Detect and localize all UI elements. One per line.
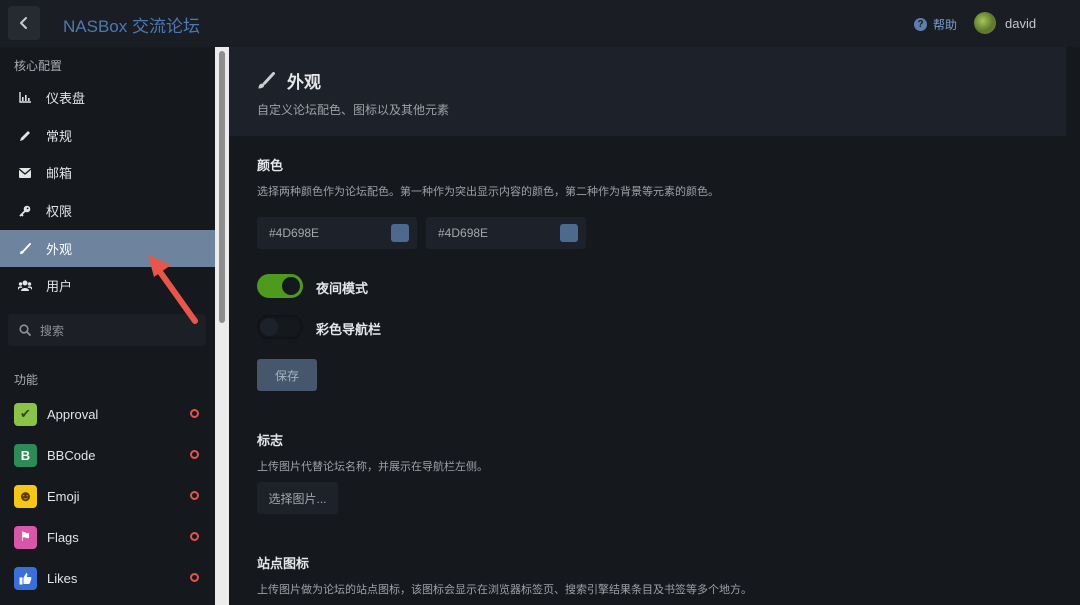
sidebar-item-label: 邮箱 xyxy=(46,166,73,181)
sidebar-plugin-bbcode[interactable]: B BBCode xyxy=(14,443,204,467)
sidebar-item-label: 外观 xyxy=(46,242,73,257)
sidebar-plugin-approval[interactable]: ✔ Approval xyxy=(14,402,204,426)
question-circle-icon: ? xyxy=(914,18,927,31)
save-button[interactable]: 保存 xyxy=(257,359,317,391)
disabled-status-icon xyxy=(190,409,199,418)
secondary-color-swatch[interactable] xyxy=(560,224,578,242)
disabled-status-icon xyxy=(190,573,199,582)
plugin-label: Flags xyxy=(47,529,79,545)
page-title-text: 外观 xyxy=(287,73,321,92)
colored-header-toggle[interactable] xyxy=(257,315,303,339)
users-icon xyxy=(18,279,32,293)
paintbrush-icon xyxy=(18,242,32,256)
logo-description: 上传图片代替论坛名称，并展示在导航栏左侧。 xyxy=(257,461,488,473)
username: david xyxy=(1005,15,1037,31)
avatar xyxy=(974,12,996,34)
sidebar-item-dashboard[interactable]: 仪表盘 xyxy=(0,79,215,116)
sidebar-item-label: 常规 xyxy=(46,129,73,144)
disabled-status-icon xyxy=(190,532,199,541)
sidebar-plugin-flags[interactable]: ⚑ Flags xyxy=(14,525,204,549)
disabled-status-icon xyxy=(190,491,199,500)
toggle-knob xyxy=(282,277,300,295)
page-description: 自定义论坛配色、图标以及其他元素 xyxy=(257,103,450,117)
sidebar-item-general[interactable]: 常规 xyxy=(0,117,215,154)
help-link[interactable]: ? 帮助 xyxy=(914,16,957,33)
sidebar-item-label: 用户 xyxy=(46,279,73,294)
dark-mode-label: 夜间模式 xyxy=(316,281,369,296)
help-label: 帮助 xyxy=(933,18,958,32)
sidebar-scrollbar[interactable] xyxy=(215,47,229,605)
sidebar-item-permissions[interactable]: 权限 xyxy=(0,192,215,229)
key-icon xyxy=(18,204,32,218)
colored-header-label: 彩色导航栏 xyxy=(316,322,382,337)
colors-heading: 颜色 xyxy=(257,158,284,173)
flag-icon: ⚑ xyxy=(14,525,37,549)
sidebar-item-label: 仪表盘 xyxy=(46,91,86,106)
dark-mode-toggle[interactable] xyxy=(257,274,303,298)
primary-color-swatch[interactable] xyxy=(391,224,409,242)
secondary-color-value: #4D698E xyxy=(438,226,489,240)
top-header: NASBox 交流论坛 ? 帮助 david xyxy=(0,0,1080,47)
plugin-label: Emoji xyxy=(47,488,80,504)
disabled-status-icon xyxy=(190,450,199,459)
right-gutter xyxy=(1066,47,1080,605)
plugin-label: Approval xyxy=(47,406,99,422)
sidebar-plugin-emoji[interactable]: ☻ Emoji xyxy=(14,484,204,508)
favicon-heading: 站点图标 xyxy=(257,556,310,571)
paintbrush-icon xyxy=(258,71,275,88)
colors-description: 选择两种颜色作为论坛配色。第一种作为突出显示内容的颜色，第二种作为背景等元素的颜… xyxy=(257,186,719,198)
secondary-color-input[interactable]: #4D698E xyxy=(426,217,586,249)
user-menu[interactable]: david xyxy=(974,12,1036,34)
page-title: 外观 xyxy=(257,68,321,93)
core-section-label: 核心配置 xyxy=(14,59,63,73)
checkmark-icon: ✔ xyxy=(14,402,37,426)
plugin-label: Likes xyxy=(47,570,78,586)
thumbs-up-icon xyxy=(14,566,37,590)
envelope-icon xyxy=(18,166,32,180)
scrollbar-thumb[interactable] xyxy=(219,51,225,323)
primary-color-input[interactable]: #4D698E xyxy=(257,217,417,249)
annotation-arrow-icon xyxy=(148,255,198,324)
search-icon xyxy=(18,323,32,337)
sidebar-item-label: 权限 xyxy=(46,204,73,219)
favicon-description: 上传图片做为论坛的站点图标，该图标会显示在浏览器标签页、搜索引擎结果条目及书签等… xyxy=(257,584,752,596)
sidebar-plugin-likes[interactable]: Likes xyxy=(14,566,204,590)
page-header: 外观 自定义论坛配色、图标以及其他元素 xyxy=(229,47,1066,136)
bar-chart-icon xyxy=(18,91,32,105)
primary-color-value: #4D698E xyxy=(269,226,320,240)
search-placeholder: 搜索 xyxy=(40,323,65,338)
features-section-label: 功能 xyxy=(14,373,39,387)
main-content: 外观 自定义论坛配色、图标以及其他元素 颜色 选择两种颜色作为论坛配色。第一种作… xyxy=(229,47,1066,605)
sidebar-item-email[interactable]: 邮箱 xyxy=(0,154,215,191)
logo-heading: 标志 xyxy=(257,433,284,448)
pencil-icon xyxy=(18,129,32,143)
site-title[interactable]: NASBox 交流论坛 xyxy=(63,12,200,37)
chevron-left-icon xyxy=(20,17,27,29)
choose-image-button[interactable]: 选择图片... xyxy=(257,482,338,514)
bbcode-b-icon: B xyxy=(14,443,37,467)
back-button[interactable] xyxy=(8,6,40,40)
plugin-label: BBCode xyxy=(47,447,96,463)
smiley-icon: ☻ xyxy=(14,484,37,508)
toggle-knob xyxy=(260,318,278,336)
